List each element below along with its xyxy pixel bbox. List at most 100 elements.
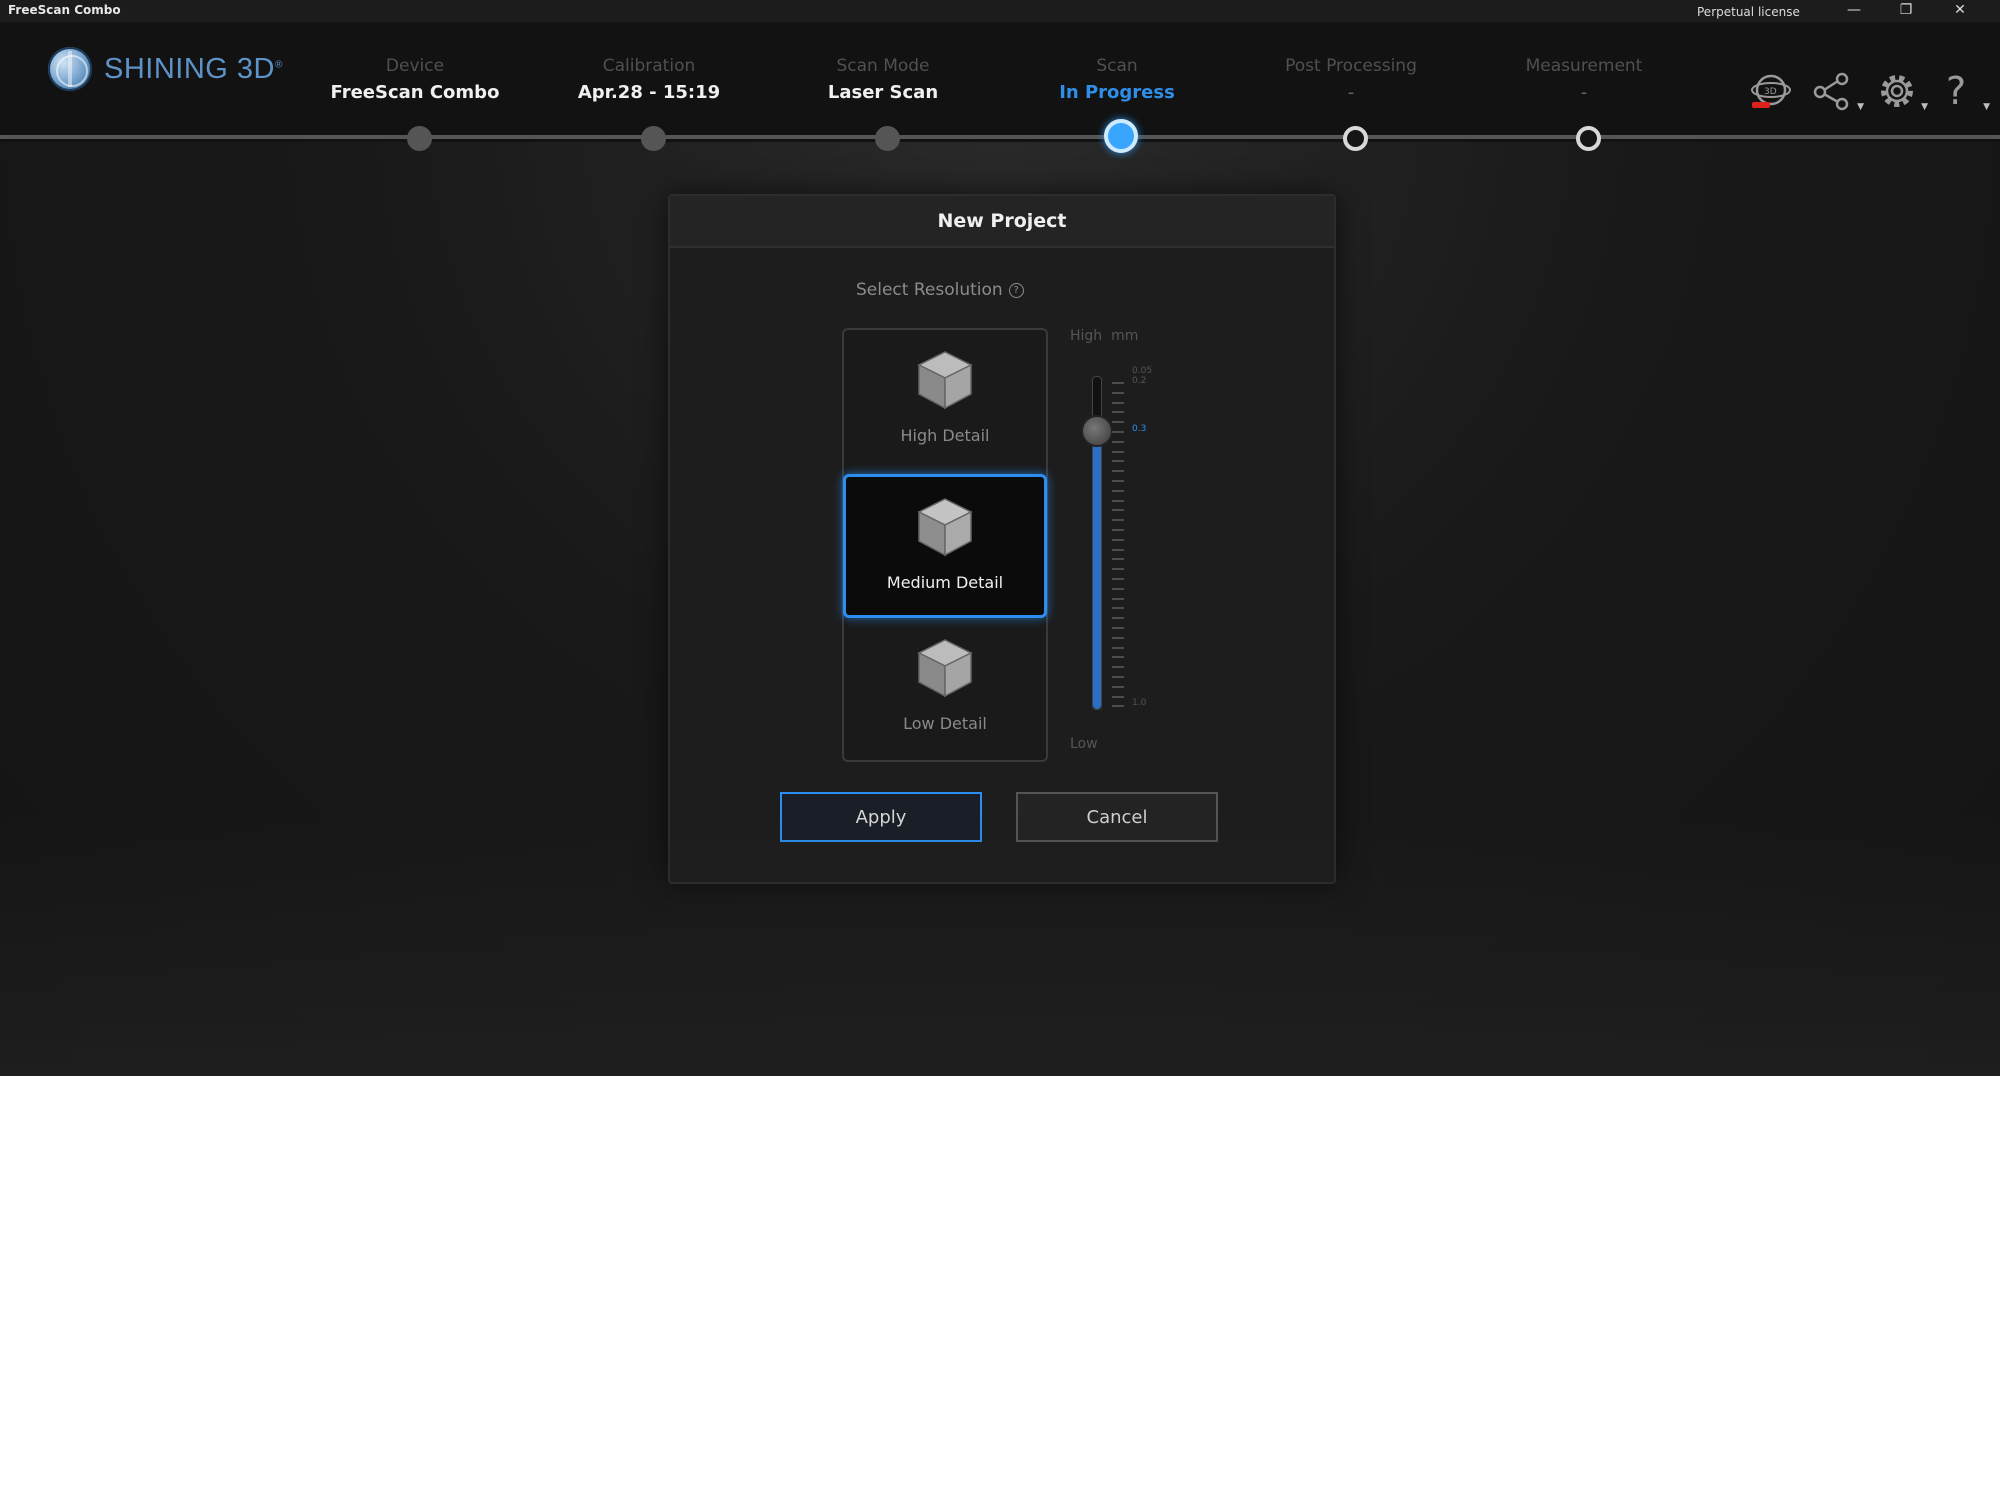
license-label: Perpetual license — [1697, 5, 1800, 19]
slider-tick — [1112, 401, 1124, 404]
step-label: Device — [385, 56, 445, 76]
dialog-title: New Project — [670, 196, 1334, 248]
cube-icon — [915, 636, 975, 700]
slider-tick — [1112, 656, 1124, 659]
svg-text:?: ? — [1946, 69, 1966, 113]
slider-tick — [1112, 440, 1124, 443]
slider-tick-bottom: 1.0 — [1132, 698, 1147, 708]
chevron-down-icon: ▼ — [1983, 102, 1990, 112]
new-project-dialog: New Project Select Resolution? High Deta… — [668, 194, 1336, 884]
step-value: Laser Scan — [827, 82, 939, 103]
slider-tick-top2: 0.2 — [1132, 376, 1147, 386]
title-bar: FreeScan Combo Perpetual license — ❐ ✕ — [0, 0, 2000, 22]
slider-tick — [1112, 548, 1124, 551]
slider-tick — [1112, 607, 1124, 610]
step-scan-mode[interactable]: Scan Mode Laser Scan — [773, 56, 993, 103]
select-resolution-text: Select Resolution — [856, 280, 1003, 300]
slider-tick — [1112, 676, 1124, 678]
slider-tick — [1112, 460, 1124, 463]
step-label: Measurement — [1525, 56, 1643, 76]
step-node[interactable] — [641, 126, 666, 151]
step-node[interactable] — [1576, 126, 1601, 151]
slider-tick — [1112, 431, 1124, 433]
info-icon[interactable]: ? — [1008, 282, 1024, 298]
slider-tick — [1112, 489, 1124, 492]
help-icon[interactable]: ? ▼ — [1936, 68, 1990, 114]
step-calibration[interactable]: Calibration Apr.28 - 15:19 — [539, 56, 759, 103]
slider-tick — [1112, 587, 1124, 590]
step-label: Scan — [1096, 56, 1138, 76]
step-value: FreeScan Combo — [330, 82, 500, 103]
slider-tick — [1112, 705, 1124, 708]
slider-tick — [1112, 636, 1124, 639]
workflow-track — [0, 135, 2000, 139]
app-window: FreeScan Combo Perpetual license — ❐ ✕ S… — [0, 0, 2000, 1076]
slider-tick — [1112, 391, 1124, 394]
slider-thumb[interactable] — [1081, 415, 1113, 448]
slider-tick — [1112, 666, 1124, 669]
step-scan[interactable]: Scan In Progress — [1007, 56, 1227, 103]
chevron-down-icon: ▼ — [1857, 102, 1864, 112]
slider-tick — [1112, 558, 1124, 561]
medium-detail-option[interactable]: Medium Detail — [843, 474, 1047, 618]
low-detail-option[interactable]: Low Detail — [844, 618, 1046, 760]
step-node[interactable] — [407, 126, 432, 151]
medium-detail-label: Medium Detail — [886, 573, 1004, 592]
step-measurement[interactable]: Measurement - — [1474, 56, 1694, 103]
slider-tick — [1112, 499, 1124, 502]
low-detail-label: Low Detail — [903, 714, 987, 733]
close-window-button[interactable]: ✕ — [1938, 0, 1982, 22]
slider-unit: mm — [1111, 328, 1139, 344]
globe-logo-icon — [48, 47, 92, 91]
slider-fill — [1093, 430, 1101, 709]
step-label: Post Processing — [1285, 56, 1417, 76]
slider-low-label: Low — [1070, 736, 1098, 752]
step-device[interactable]: Device FreeScan Combo — [305, 56, 525, 103]
slider-tick — [1112, 470, 1124, 473]
step-value: In Progress — [1059, 82, 1175, 103]
slider-tick — [1112, 627, 1124, 629]
window-title: FreeScan Combo — [8, 3, 121, 17]
slider-tick — [1112, 411, 1124, 414]
select-resolution-label: Select Resolution? — [856, 280, 1024, 300]
slider-tick — [1112, 617, 1124, 620]
slider-tick-top: 0.05 — [1132, 366, 1153, 376]
slider-tick — [1112, 450, 1124, 453]
slider-tick — [1112, 695, 1124, 698]
slider-tick — [1112, 538, 1124, 541]
chevron-down-icon: ▼ — [1921, 102, 1928, 112]
cube-icon — [915, 495, 975, 559]
device-360-icon[interactable]: 3D — [1748, 68, 1794, 114]
slider-tick — [1112, 480, 1124, 482]
step-node[interactable] — [1104, 119, 1138, 153]
settings-icon[interactable]: ▼ — [1874, 68, 1928, 114]
slider-tick — [1112, 685, 1124, 688]
high-detail-option[interactable]: High Detail — [844, 330, 1046, 472]
slider-high-label: High — [1070, 328, 1103, 344]
slider-tick — [1112, 597, 1124, 600]
brand-mark: ® — [274, 58, 283, 70]
brand-name: SHINING 3D — [104, 52, 275, 85]
step-node[interactable] — [875, 126, 900, 151]
svg-text:3D: 3D — [1764, 87, 1777, 97]
detail-options: High Detail Medium Detail Low Detail — [842, 328, 1048, 762]
step-value: - — [1580, 82, 1588, 103]
slider-tick — [1112, 578, 1124, 580]
cancel-button[interactable]: Cancel — [1016, 792, 1218, 842]
step-node[interactable] — [1343, 126, 1368, 151]
slider-tick — [1112, 529, 1124, 531]
restore-button[interactable]: ❐ — [1884, 0, 1928, 22]
share-icon[interactable]: ▼ — [1810, 68, 1864, 114]
step-value: - — [1347, 82, 1355, 103]
cube-icon — [915, 348, 975, 412]
step-label: Calibration — [602, 56, 696, 76]
slider-tick — [1112, 568, 1124, 571]
minimize-button[interactable]: — — [1832, 0, 1876, 22]
step-value: Apr.28 - 15:19 — [577, 82, 721, 103]
step-label: Scan Mode — [836, 56, 930, 76]
step-post-processing[interactable]: Post Processing - — [1241, 56, 1461, 103]
slider-tick — [1112, 382, 1124, 384]
workflow-header: SHINING 3D® 3D ▼ ▼ ? ▼ Device FreeScan Co… — [0, 22, 2000, 153]
apply-button[interactable]: Apply — [780, 792, 982, 842]
slider-tick — [1112, 519, 1124, 522]
